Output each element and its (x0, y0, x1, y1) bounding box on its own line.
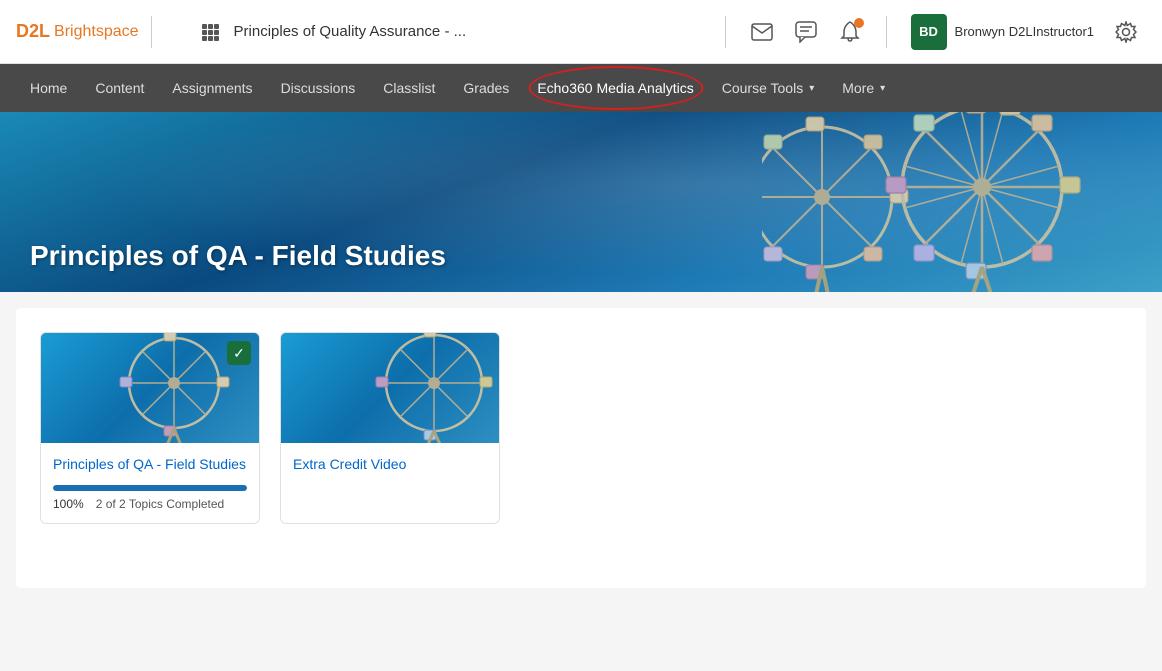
main-content: ✓ Principles of QA - Field Studies 100% … (16, 308, 1146, 588)
nav-echo360[interactable]: Echo360 Media Analytics (523, 64, 707, 112)
course-card-1[interactable]: ✓ Principles of QA - Field Studies 100% … (40, 332, 260, 524)
header-divider-2 (886, 16, 887, 48)
nav-grades[interactable]: Grades (449, 64, 523, 112)
nav-home[interactable]: Home (16, 64, 81, 112)
more-chevron: ▾ (880, 83, 885, 94)
more-label: More (842, 80, 874, 96)
card-title-link-2[interactable]: Extra Credit Video (293, 456, 406, 472)
spacer (176, 16, 178, 48)
nav-assignments[interactable]: Assignments (158, 64, 266, 112)
ferris-wheel-svg (762, 112, 1112, 292)
logo-area: D2L Brightspace (16, 21, 139, 42)
hero-banner: Principles of QA - Field Studies (0, 112, 1162, 292)
nav-content[interactable]: Content (81, 64, 158, 112)
settings-button[interactable] (1106, 12, 1146, 52)
card-body-2: Extra Credit Video (281, 443, 499, 487)
brightspace-logo: Brightspace (54, 23, 139, 41)
course-title: Principles of Quality Assurance - ... (234, 23, 713, 40)
card-completed-badge-1: ✓ (227, 341, 251, 365)
mail-button[interactable] (742, 12, 782, 52)
progress-topics-1: 2 of 2 Topics Completed (96, 497, 225, 511)
header-icons: BD Bronwyn D2LInstructor1 (713, 10, 1146, 54)
header-divider-1 (725, 16, 726, 48)
nav-course-tools[interactable]: Course Tools ▾ (708, 64, 828, 112)
chat-icon (795, 21, 817, 43)
nav-discussions[interactable]: Discussions (267, 64, 370, 112)
user-avatar-button[interactable]: BD Bronwyn D2LInstructor1 (903, 10, 1102, 54)
card-title-link-1[interactable]: Principles of QA - Field Studies (53, 456, 246, 472)
gear-icon (1115, 21, 1137, 43)
progress-bar-fill-1 (53, 485, 247, 491)
card-body-1: Principles of QA - Field Studies 100% 2 … (41, 443, 259, 523)
mail-icon (751, 23, 773, 41)
ferris-wheel-decoration (762, 112, 1112, 292)
top-header: D2L Brightspace Principles of Quality As… (0, 0, 1162, 64)
nav-classlist[interactable]: Classlist (369, 64, 449, 112)
nav-bar: Home Content Assignments Discussions Cla… (0, 64, 1162, 112)
d2l-logo: D2L (16, 21, 50, 42)
username-label: Bronwyn D2LInstructor1 (955, 24, 1094, 39)
cards-container: ✓ Principles of QA - Field Studies 100% … (40, 332, 1122, 524)
hero-title: Principles of QA - Field Studies (30, 240, 446, 272)
course-tools-label: Course Tools (722, 80, 803, 96)
course-card-2[interactable]: Extra Credit Video (280, 332, 500, 524)
logo-divider (151, 16, 152, 48)
progress-bar-1 (53, 485, 247, 491)
waffle-menu-button[interactable] (190, 12, 230, 52)
nav-more[interactable]: More ▾ (828, 64, 899, 112)
echo360-label: Echo360 Media Analytics (537, 80, 693, 96)
progress-info-1: 100% 2 of 2 Topics Completed (53, 497, 247, 511)
course-tools-chevron: ▾ (809, 83, 814, 94)
card-ferris-2 (359, 333, 499, 443)
chat-button[interactable] (786, 12, 826, 52)
avatar-initials: BD (911, 14, 947, 50)
card-thumbnail-1: ✓ (41, 333, 259, 443)
card-thumbnail-2 (281, 333, 499, 443)
bell-button[interactable] (830, 12, 870, 52)
waffle-icon (200, 22, 220, 42)
progress-pct-1: 100% (53, 497, 84, 511)
notification-badge (854, 18, 864, 28)
